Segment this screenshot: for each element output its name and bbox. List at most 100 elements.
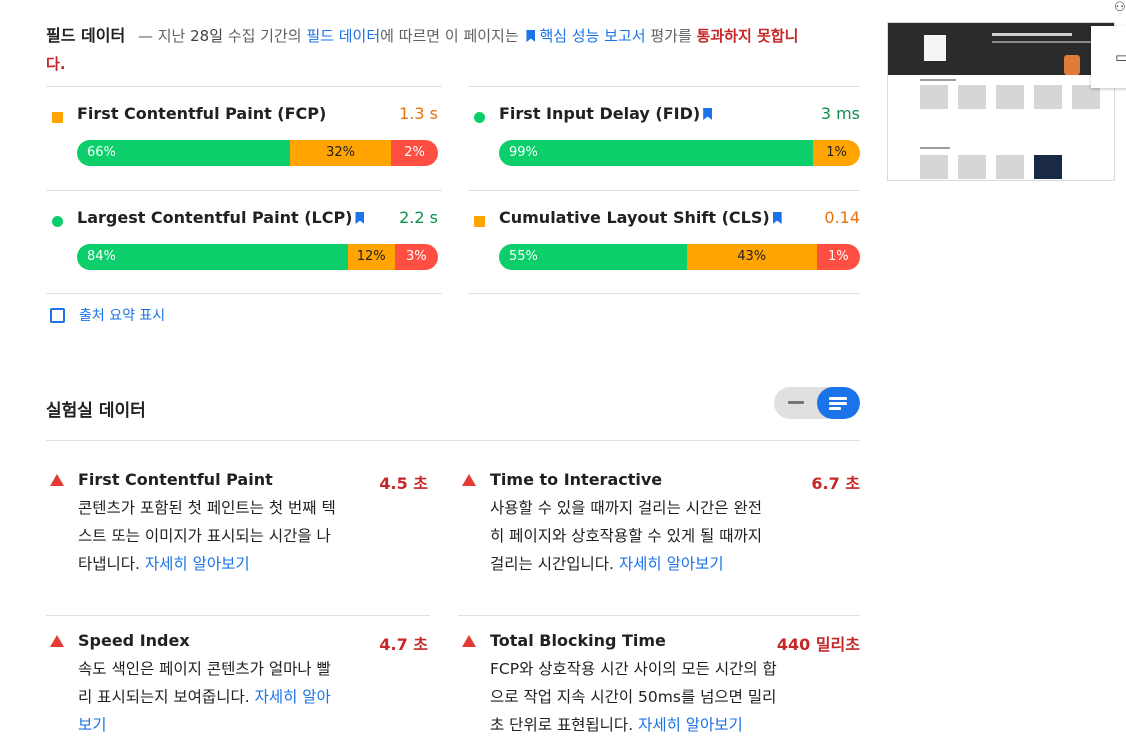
fail-triangle-icon	[50, 635, 64, 647]
page-screenshot-thumbnail	[887, 22, 1115, 181]
lab-metric-name: First Contentful Paint	[78, 470, 273, 489]
good-segment: 99%	[499, 140, 814, 166]
show-origin-summary-toggle[interactable]: 출처 요약 표시	[50, 305, 165, 325]
thumbnail-figure-image	[1064, 55, 1080, 75]
lab-metric-name: Time to Interactive	[490, 470, 663, 489]
bookmark-icon	[703, 108, 713, 120]
lab-metric-desc: FCP와 상호작용 시간 사이의 모든 시간의 합으로 작업 지속 시간이 50…	[490, 655, 780, 739]
metric-name: First Contentful Paint (FCP)	[77, 104, 327, 123]
metric-name-wrap: First Input Delay (FID)	[499, 104, 716, 123]
thumbnail-card-image	[1034, 85, 1062, 109]
view-toggle[interactable]	[774, 387, 860, 419]
average-square-icon	[474, 216, 485, 227]
good-segment: 66%	[77, 140, 290, 166]
thumbnail-logo-image	[924, 35, 946, 61]
summary-eval: 평가를	[650, 27, 692, 45]
metric-fcp: First Contentful Paint (FCP) 1.3 s 66% 3…	[46, 88, 438, 192]
thumbnail-card-image	[996, 155, 1024, 179]
divider	[468, 86, 860, 87]
lab-metric-value: 6.7 초	[811, 474, 860, 493]
distribution-bar: 99% 1%	[499, 140, 860, 166]
core-report-label: 핵심 성능 보고서	[539, 27, 646, 45]
distribution-bar: 84% 12% 3%	[77, 244, 438, 270]
desktop-icon[interactable]: ▭	[1115, 48, 1126, 66]
divider	[46, 293, 442, 294]
divider	[468, 293, 860, 294]
summary-prefix: 지난	[157, 27, 186, 45]
metric-lcp: Largest Contentful Paint (LCP) 2.2 s 84%…	[46, 192, 438, 296]
metric-value: 2.2 s	[399, 208, 438, 227]
lab-metric-desc: 사용할 수 있을 때까지 걸리는 시간은 완전히 페이지와 상호작용할 수 있게…	[490, 494, 776, 578]
metric-name: Largest Contentful Paint (LCP)	[77, 208, 353, 227]
fail-triangle-icon	[462, 635, 476, 647]
good-dot-icon	[52, 216, 63, 227]
poor-segment: 3%	[394, 244, 438, 270]
average-segment: 43%	[686, 244, 817, 270]
metric-name: First Input Delay (FID)	[499, 104, 701, 123]
poor-segment: 2%	[391, 140, 438, 166]
fail-triangle-icon	[50, 474, 64, 486]
metric-value: 0.14	[824, 208, 860, 227]
thumbnail-card-image	[920, 155, 948, 179]
lab-metric-value: 440 밀리초	[776, 635, 860, 654]
thumbnail-card-image	[920, 85, 948, 109]
lab-metric-value: 4.5 초	[379, 474, 428, 493]
average-square-icon	[52, 112, 63, 123]
field-data-summary: 필드 데이터 — 지난 28일 수집 기간의 필드 데이터에 따르면 이 페이지…	[46, 22, 816, 78]
core-report-link[interactable]: 핵심 성능 보고서	[523, 27, 646, 45]
learn-more-link[interactable]: 자세히 알아보기	[145, 555, 250, 573]
thumbnail-subtitle-line	[992, 41, 1092, 43]
thumbnail-card-image	[996, 85, 1024, 109]
average-segment: 1%	[813, 140, 860, 166]
lab-metric-name: Speed Index	[78, 631, 190, 650]
divider	[46, 86, 442, 87]
good-segment: 84%	[77, 244, 348, 270]
metric-fid: First Input Delay (FID) 3 ms 99% 1%	[468, 88, 860, 192]
divider	[46, 190, 442, 191]
lab-metric-desc: 콘텐츠가 포함된 첫 페인트는 첫 번째 텍스트 또는 이미지가 표시되는 시간…	[78, 494, 340, 578]
poor-segment: 1%	[816, 244, 860, 270]
lab-data-title: 실험실 데이터	[46, 401, 146, 421]
divider	[468, 190, 860, 191]
checkbox[interactable]	[50, 307, 65, 323]
thumbnail-caption-line	[920, 147, 950, 149]
learn-more-link[interactable]: 자세히 알아보기	[638, 716, 743, 734]
thumbnail-title-line	[992, 33, 1072, 36]
good-segment: 55%	[499, 244, 687, 270]
metric-value: 1.3 s	[399, 104, 438, 123]
fail-period: .	[59, 55, 66, 73]
distribution-bar: 66% 32% 2%	[77, 140, 438, 166]
learn-more-link[interactable]: 자세히 알아보기	[619, 555, 724, 573]
user-icon[interactable]: ⚇	[1114, 0, 1126, 15]
metric-name-wrap: Largest Contentful Paint (LCP)	[77, 208, 368, 227]
metric-value: 3 ms	[820, 104, 860, 123]
lab-metric-tbt: Total Blocking Time 440 밀리초 FCP와 상호작용 시간…	[458, 631, 860, 741]
field-data-link[interactable]: 필드 데이터	[306, 27, 380, 45]
summary-period: 수집 기간의	[227, 27, 302, 45]
metric-cls: Cumulative Layout Shift (CLS) 0.14 55% 4…	[468, 192, 860, 296]
bookmark-icon	[526, 30, 536, 42]
field-data-title: 필드 데이터	[46, 26, 126, 45]
lab-metric-desc: 속도 색인은 페이지 콘텐츠가 얼마나 빨리 표시되는지 보여줍니다. 자세히 …	[78, 655, 340, 739]
metric-name-wrap: Cumulative Layout Shift (CLS)	[499, 208, 786, 227]
side-panel: ▭	[1091, 26, 1126, 88]
average-segment: 12%	[347, 244, 395, 270]
show-origin-label: 출처 요약 표시	[79, 308, 166, 324]
dash: —	[137, 27, 153, 45]
lab-metric-value: 4.7 초	[379, 635, 428, 654]
thumbnail-header-image	[888, 23, 1114, 75]
good-dot-icon	[474, 112, 485, 123]
thumbnail-caption-line	[920, 79, 956, 81]
thumbnail-card-image	[958, 85, 986, 109]
thumbnail-card-image	[1034, 155, 1062, 179]
thumbnail-card-image	[1072, 85, 1100, 109]
distribution-bar: 55% 43% 1%	[499, 244, 860, 270]
lab-metric-fcp: First Contentful Paint 4.5 초 콘텐츠가 포함된 첫 …	[46, 470, 428, 590]
lab-metric-tti: Time to Interactive 6.7 초 사용할 수 있을 때까지 걸…	[458, 470, 860, 600]
divider	[46, 615, 430, 616]
fail-triangle-icon	[462, 474, 476, 486]
divider	[458, 615, 860, 616]
detail-view-icon[interactable]	[817, 387, 860, 419]
list-view-icon[interactable]	[788, 401, 804, 404]
metric-name: Cumulative Layout Shift (CLS)	[499, 208, 770, 227]
